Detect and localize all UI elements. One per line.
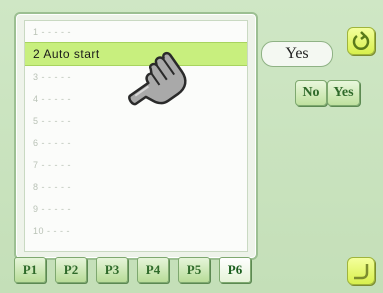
list-item[interactable]: 5 - - - - - xyxy=(25,110,247,132)
hand-pointer-icon xyxy=(128,51,187,106)
list-item[interactable]: 1 - - - - - xyxy=(25,21,247,43)
list-item[interactable]: 7 - - - - - xyxy=(25,154,247,176)
tab-p4[interactable]: P4 xyxy=(137,257,169,283)
tab-p5[interactable]: P5 xyxy=(178,257,210,283)
no-button[interactable]: No xyxy=(295,80,327,106)
current-value-display: Yes xyxy=(261,41,333,67)
corner-button[interactable] xyxy=(347,257,375,285)
refresh-icon xyxy=(352,31,370,50)
list-item[interactable]: 10 - - - - xyxy=(25,220,247,242)
list-item[interactable]: 6 - - - - - xyxy=(25,132,247,154)
tab-p3[interactable]: P3 xyxy=(96,257,128,283)
corner-icon xyxy=(354,264,369,280)
tab-p2[interactable]: P2 xyxy=(55,257,87,283)
tab-p1[interactable]: P1 xyxy=(14,257,46,283)
refresh-button[interactable] xyxy=(347,27,375,55)
tab-p6[interactable]: P6 xyxy=(219,257,251,283)
list-item[interactable]: 9 - - - - - xyxy=(25,198,247,220)
yes-button[interactable]: Yes xyxy=(327,80,360,106)
list-item[interactable]: 8 - - - - - xyxy=(25,176,247,198)
page-tabs: P1 P2 P3 P4 P5 P6 xyxy=(14,257,264,283)
screen: 1 - - - - - 2 Auto start 3 - - - - - 4 -… xyxy=(0,0,383,293)
